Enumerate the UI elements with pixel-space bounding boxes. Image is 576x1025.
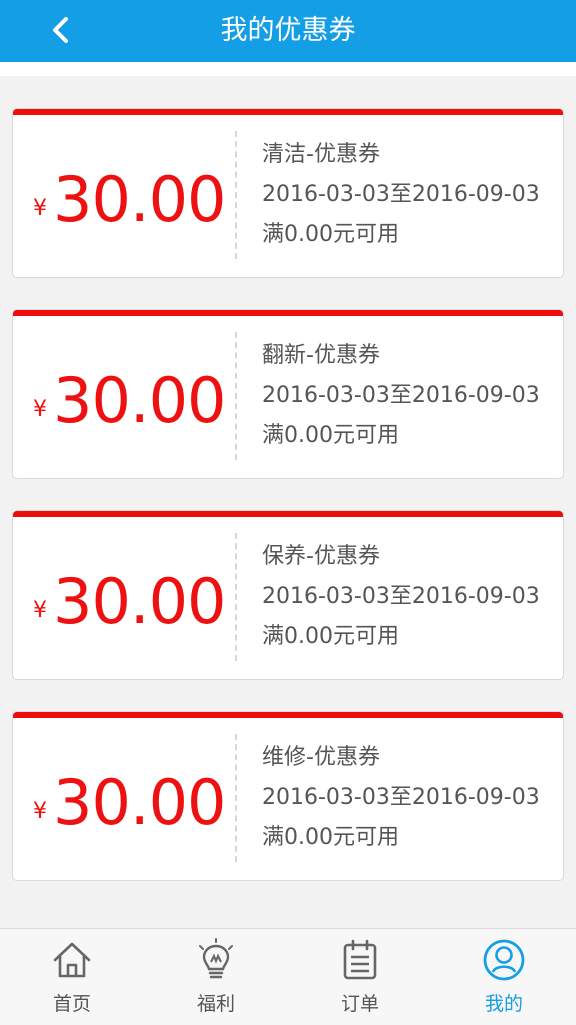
coupon-top-stripe xyxy=(13,310,563,316)
header-divider xyxy=(0,62,576,76)
coupon-top-stripe xyxy=(13,511,563,517)
user-circle-icon xyxy=(481,937,527,983)
coupon-name: 维修-优惠券 xyxy=(262,745,380,770)
coupon-condition: 满0.00元可用 xyxy=(262,825,399,850)
coupon-amount: 30.00 xyxy=(53,163,226,236)
coupon-validity: 2016-03-03至2016-09-03 xyxy=(262,785,540,810)
coupon-price: ¥ 30.00 xyxy=(33,352,226,432)
currency-symbol: ¥ xyxy=(33,799,47,824)
coupon-info: 翻新-优惠券 2016-03-03至2016-09-03 满0.00元可用 xyxy=(262,344,540,464)
clipboard-icon xyxy=(337,937,383,983)
coupon-validity: 2016-03-03至2016-09-03 xyxy=(262,182,540,207)
coupon-condition: 满0.00元可用 xyxy=(262,222,399,247)
tab-home[interactable]: 首页 xyxy=(0,929,144,1025)
coupon-divider xyxy=(235,131,237,259)
coupon-amount: 30.00 xyxy=(53,364,226,437)
coupon-divider xyxy=(235,734,237,862)
app-header: 我的优惠券 xyxy=(0,0,576,62)
tab-orders[interactable]: 订单 xyxy=(288,929,432,1025)
coupon-amount: 30.00 xyxy=(53,565,226,638)
tab-mine[interactable]: 我的 xyxy=(432,929,576,1025)
coupon-condition: 满0.00元可用 xyxy=(262,423,399,448)
coupon-name: 清洁-优惠券 xyxy=(262,142,380,167)
coupon-info: 维修-优惠券 2016-03-03至2016-09-03 满0.00元可用 xyxy=(262,746,540,866)
bottom-tab-bar: 首页 福利 订单 我的 xyxy=(0,928,576,1025)
coupon-top-stripe xyxy=(13,712,563,718)
lightbulb-icon xyxy=(193,937,239,983)
coupon-card[interactable]: ¥ 30.00 保养-优惠券 2016-03-03至2016-09-03 满0.… xyxy=(12,510,564,680)
tab-label: 福利 xyxy=(196,993,235,1015)
currency-symbol: ¥ xyxy=(33,196,47,221)
tab-welfare[interactable]: 福利 xyxy=(144,929,288,1025)
coupon-card[interactable]: ¥ 30.00 翻新-优惠券 2016-03-03至2016-09-03 满0.… xyxy=(12,309,564,479)
coupon-price: ¥ 30.00 xyxy=(33,151,226,231)
coupon-name: 保养-优惠券 xyxy=(262,544,380,569)
currency-symbol: ¥ xyxy=(33,598,47,623)
coupon-divider xyxy=(235,332,237,460)
coupon-amount: 30.00 xyxy=(53,766,226,839)
coupon-price: ¥ 30.00 xyxy=(33,553,226,633)
coupon-list: ¥ 30.00 清洁-优惠券 2016-03-03至2016-09-03 满0.… xyxy=(12,108,564,912)
home-icon xyxy=(49,937,95,983)
tab-label: 我的 xyxy=(484,993,523,1015)
coupon-top-stripe xyxy=(13,109,563,115)
coupon-validity: 2016-03-03至2016-09-03 xyxy=(262,584,540,609)
currency-symbol: ¥ xyxy=(33,397,47,422)
tab-label: 首页 xyxy=(52,993,91,1015)
coupon-card[interactable]: ¥ 30.00 清洁-优惠券 2016-03-03至2016-09-03 满0.… xyxy=(12,108,564,278)
coupon-info: 清洁-优惠券 2016-03-03至2016-09-03 满0.00元可用 xyxy=(262,143,540,263)
coupon-info: 保养-优惠券 2016-03-03至2016-09-03 满0.00元可用 xyxy=(262,545,540,665)
coupon-name: 翻新-优惠券 xyxy=(262,343,380,368)
tab-label: 订单 xyxy=(340,993,379,1015)
coupon-validity: 2016-03-03至2016-09-03 xyxy=(262,383,540,408)
coupon-divider xyxy=(235,533,237,661)
coupon-condition: 满0.00元可用 xyxy=(262,624,399,649)
page-title: 我的优惠券 xyxy=(220,15,356,46)
coupon-price: ¥ 30.00 xyxy=(33,754,226,834)
coupon-card[interactable]: ¥ 30.00 维修-优惠券 2016-03-03至2016-09-03 满0.… xyxy=(12,711,564,881)
